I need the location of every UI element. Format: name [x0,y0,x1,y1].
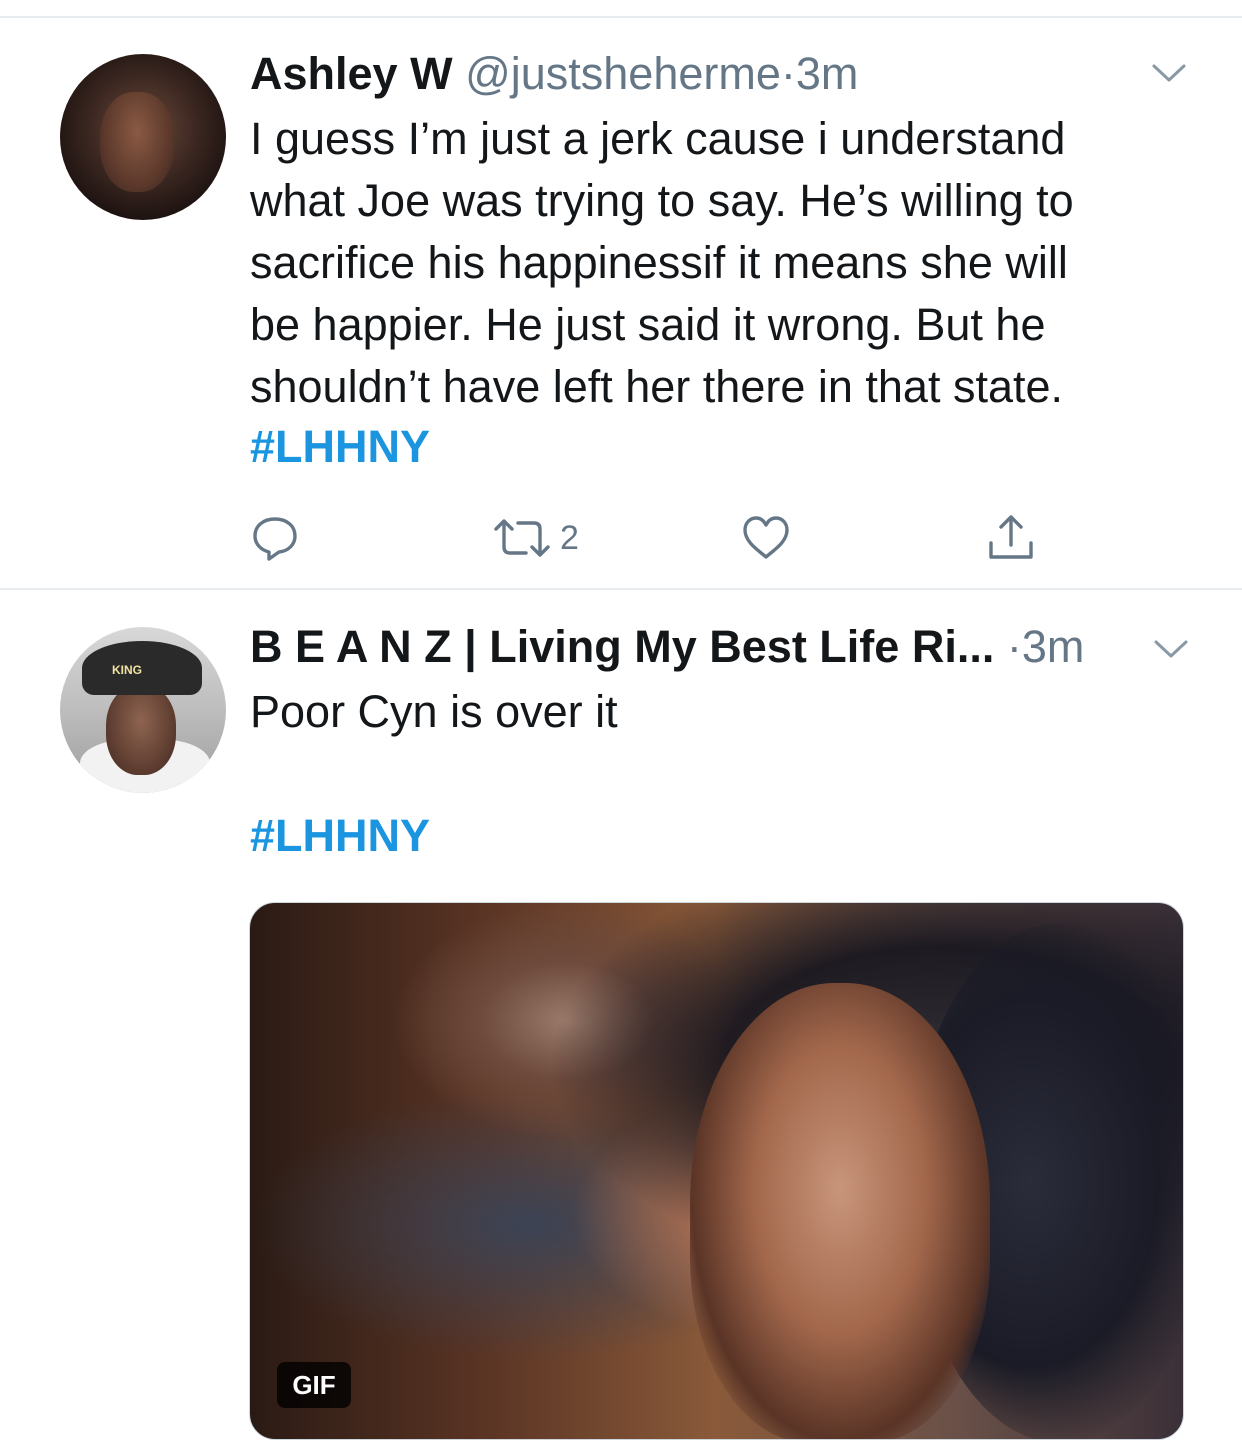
tweet-header: Ashley W @justsheherme·3m [250,48,858,100]
top-divider [0,16,1242,18]
avatar[interactable] [60,54,226,220]
separator-dot: · [1006,621,1022,672]
hashtag-link[interactable]: #LHHNY [250,421,430,473]
avatar-cap-text: KING [112,663,142,677]
avatar-cap [82,641,202,695]
share-icon [989,515,1033,559]
reply-button[interactable] [250,510,300,566]
tweet-text: Poor Cyn is over it [250,686,618,737]
separator-dot: · [780,48,796,99]
hashtag-link[interactable]: #LHHNY [250,810,430,862]
chevron-down-icon[interactable] [1154,639,1188,659]
retweet-icon [494,519,550,557]
retweet-count: 2 [560,518,579,557]
heart-icon [743,516,789,559]
timestamp[interactable]: 3m [796,48,859,99]
like-button[interactable] [740,510,792,566]
media-face-shape [690,983,990,1439]
avatar-face [106,685,176,775]
user-handle[interactable]: @justsheherme [465,48,781,99]
timestamp[interactable]: 3m [1022,621,1085,672]
chevron-down-icon[interactable] [1152,63,1186,83]
share-button[interactable] [986,510,1036,566]
tweet-header: B E A N Z | Living My Best Life Ri... ·3… [250,621,1084,673]
display-name[interactable]: B E A N Z | Living My Best Life Ri... [250,621,994,672]
gif-badge: GIF [277,1362,351,1408]
tweet-media-gif[interactable]: GIF [249,902,1184,1440]
retweet-button[interactable]: 2 [490,510,579,566]
avatar[interactable]: KING [60,627,226,793]
tweet-text: I guess I’m just a jerk cause i understa… [250,113,1074,412]
display-name[interactable]: Ashley W [250,48,453,99]
reply-icon [253,517,297,561]
avatar-face [100,92,174,192]
tweet-divider [0,588,1242,590]
tweet-actions: 2 [250,510,1050,566]
